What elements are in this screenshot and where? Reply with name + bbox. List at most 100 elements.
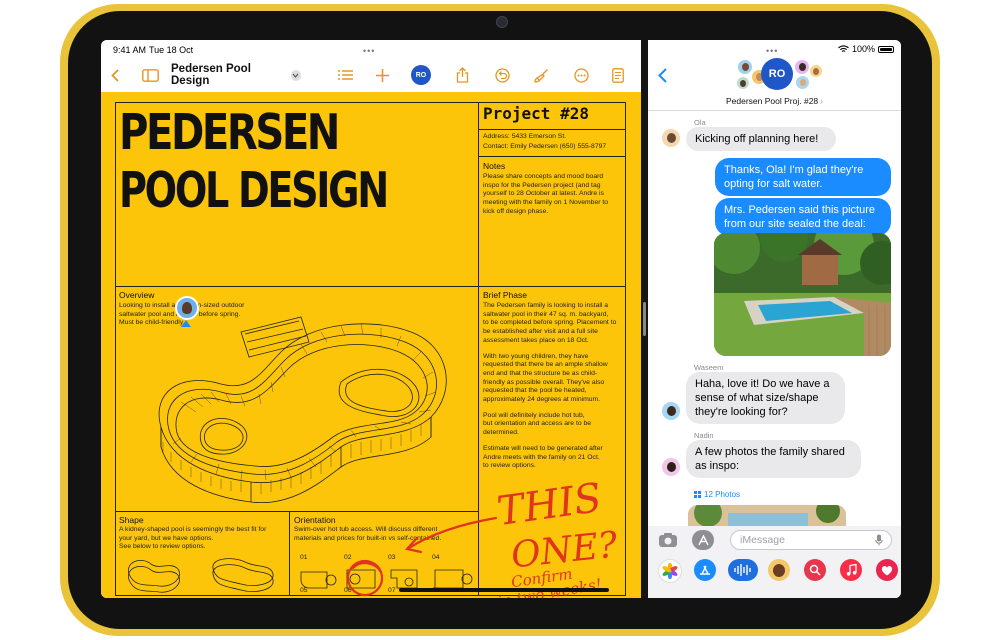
brief-line: end and that the structure be as child- [483, 369, 598, 377]
camera-button[interactable] [658, 532, 678, 553]
document-icon[interactable] [608, 64, 628, 86]
chevron-left-icon[interactable] [107, 64, 123, 86]
collaborator-avatar: RO [411, 65, 431, 85]
undo-icon[interactable] [492, 64, 512, 86]
mic-icon[interactable] [875, 534, 883, 546]
split-view-divider[interactable] [641, 40, 648, 598]
document-title[interactable]: Pedersen Pool Design [171, 63, 301, 87]
sender-avatar-nadin [662, 458, 680, 476]
sidebar-icon[interactable] [139, 64, 161, 86]
message-bubble-incoming[interactable]: A few photos the family shared as inspo: [686, 440, 861, 478]
backyard-pool-photo [714, 233, 891, 356]
brief-line: Pool will definitely include hot tub, [483, 411, 585, 419]
notes-line: meeting with the family on 1 November to [483, 199, 609, 207]
brief-line: requested that there be an ample shallow [483, 361, 608, 369]
collaborate-button[interactable]: RO [410, 64, 432, 86]
camera-icon [496, 16, 508, 28]
member-avatar [810, 65, 822, 77]
split-view-handle[interactable] [643, 302, 646, 336]
orientation-title: Orientation [294, 515, 336, 525]
brief-body: The Pedersen family is looking to instal… [483, 302, 616, 471]
sender-avatar-ola [662, 129, 680, 147]
home-indicator [399, 588, 609, 592]
sender-name: Waseem [694, 363, 724, 372]
apps-icon [697, 534, 709, 545]
brief-line: Estimate will need to be generated after [483, 444, 603, 452]
status-icons: 100% [838, 44, 895, 54]
shape-title: Shape [119, 515, 144, 525]
notes-line: Please share concepts and mood board [483, 173, 604, 180]
chevron-down-icon[interactable] [290, 69, 301, 81]
brief-line: assessment takes place on 18 Oct. [483, 336, 589, 344]
share-icon[interactable] [452, 64, 472, 86]
ipad-screen: 9:41 AM Tue 18 Oct ••• Pedersen Pool Des… [101, 40, 901, 598]
status-date: Tue 18 Oct [149, 45, 194, 55]
camera-icon [659, 533, 677, 547]
brief-line: be established after visit and a full si… [483, 328, 598, 336]
appstore-app-icon[interactable] [694, 559, 716, 581]
shape-options-illustration [127, 558, 274, 593]
document-title-text: Pedersen Pool Design [171, 63, 251, 87]
multitask-dots-icon[interactable]: ••• [766, 46, 778, 56]
brief-line: requested that the pool be heated, [483, 387, 587, 395]
memoji-app-icon[interactable] [768, 559, 790, 581]
overview-title: Overview [119, 290, 155, 300]
brief-line: With two young children, they have [483, 352, 589, 360]
brief-title: Brief Phase [483, 290, 527, 300]
back-chevron-icon[interactable] [658, 68, 667, 88]
photos-app-icon[interactable] [658, 559, 682, 583]
message-bubble-incoming[interactable]: Kicking off planning here! [686, 127, 836, 151]
member-avatar [795, 60, 809, 74]
shape-body: A kidney-shaped pool is seemingly the be… [119, 526, 266, 552]
plus-icon[interactable] [372, 64, 392, 86]
photos-grid-icon [694, 491, 701, 498]
notes-line: yourself to 28 October at latest. Andre … [483, 190, 604, 198]
shape-line: A kidney-shaped pool is seemingly the be… [119, 526, 267, 533]
shape-line: your yard, but we have options. [119, 534, 214, 542]
notes-line: kick off design phase. [483, 207, 549, 215]
document-canvas[interactable]: PEDERSEN POOL DESIGN Project #28 Address… [101, 92, 641, 598]
sender-name: Nadin [694, 431, 714, 440]
photos-count: 12 Photos [704, 490, 741, 499]
shared-photo-backyard-pool[interactable] [714, 233, 891, 356]
brief-line: Andre meets with the family on 21 Oct. [483, 453, 600, 461]
heart-app-icon[interactable] [876, 559, 898, 581]
brief-line: The Pedersen family is looking to instal… [483, 302, 609, 309]
photo-stack-label[interactable]: 12 Photos [694, 490, 740, 499]
apps-button[interactable] [692, 530, 714, 550]
shape-line: See below to review options. [119, 543, 206, 551]
brief-line: saltwater pool in their 47 sq. m. backya… [483, 310, 609, 318]
message-input-placeholder: iMessage [740, 534, 785, 546]
brush-icon[interactable] [531, 64, 551, 86]
group-title[interactable]: Pedersen Pool Proj. #28 › [648, 96, 901, 106]
message-input-field[interactable]: iMessage [730, 530, 892, 550]
address-text: Address: 5433 Emerson St. [483, 133, 567, 140]
message-bubble-incoming[interactable]: Haha, love it! Do we have a sense of wha… [686, 372, 845, 424]
brief-line: friendly as possible overall. They've al… [483, 378, 605, 386]
brief-line: to review options. [483, 462, 536, 470]
multitask-dots-icon[interactable]: ••• [363, 46, 375, 56]
search-app-icon[interactable] [804, 559, 826, 581]
handwriting-arrow-and-circle [346, 516, 498, 597]
message-bubble-outgoing[interactable]: Thanks, Ola! I'm glad they're opting for… [715, 158, 891, 196]
more-icon[interactable] [571, 64, 591, 86]
notes-line: inspo for the Pedersen project (and tag [483, 181, 601, 189]
notes-body: Please share concepts and mood board ins… [483, 173, 608, 217]
music-app-icon[interactable] [840, 559, 862, 581]
brief-spacer [483, 438, 616, 445]
brief-spacer [483, 346, 616, 353]
brief-line: determined. [483, 429, 519, 437]
member-avatar [796, 76, 809, 89]
audio-app-icon[interactable] [728, 559, 758, 581]
member-avatar [737, 77, 749, 89]
battery-percent: 100% [852, 44, 876, 54]
notes-title: Notes [483, 161, 506, 171]
heading-line-1: PEDERSEN [119, 104, 340, 161]
status-time: 9:41 AM [113, 45, 147, 55]
list-icon[interactable] [335, 64, 355, 86]
message-bubble-outgoing[interactable]: Mrs. Pedersen said this picture from our… [715, 198, 891, 236]
chevron-right-icon: › [820, 96, 823, 106]
group-avatar[interactable]: RO [761, 58, 793, 90]
contact-text: Contact: Emily Pedersen (650) 555-8797 [483, 143, 607, 150]
brief-line: but orientation and access are to be [483, 420, 592, 428]
